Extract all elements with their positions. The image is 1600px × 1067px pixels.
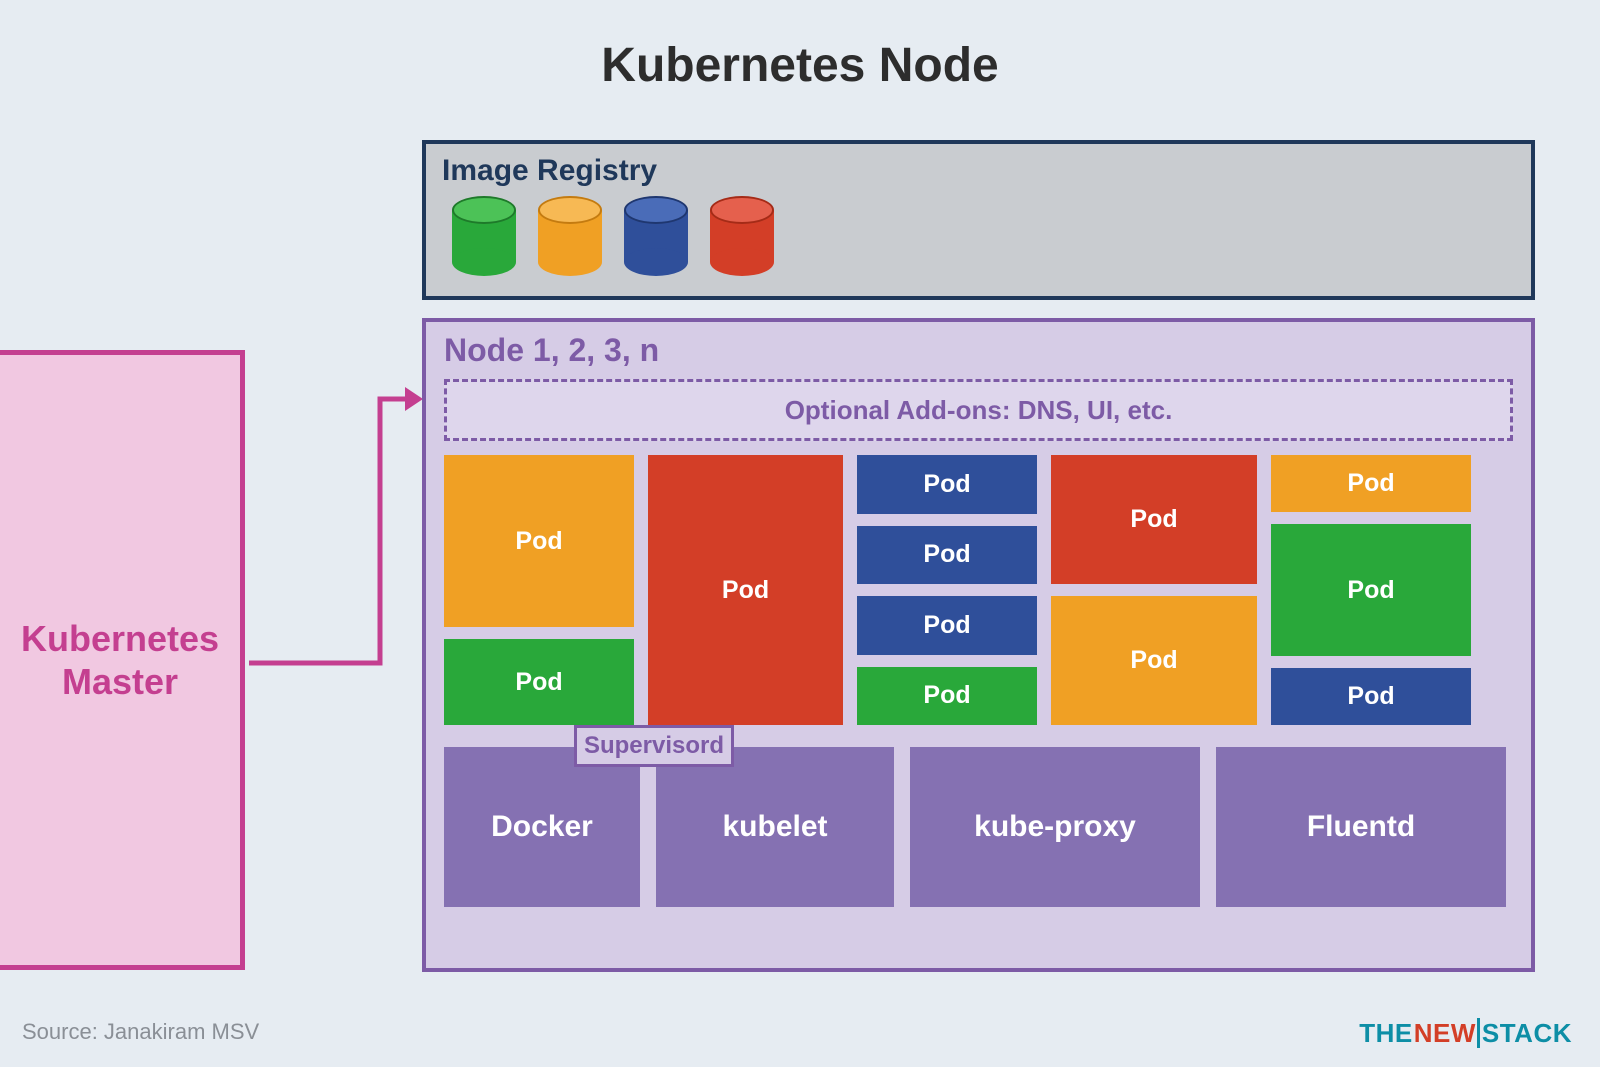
- image-cylinders: [452, 196, 1515, 276]
- pod-box: Pod: [1051, 596, 1257, 725]
- cylinder-icon: [624, 196, 688, 276]
- pod-box: Pod: [1051, 455, 1257, 584]
- kubernetes-master-label: Kubernetes Master: [21, 617, 219, 703]
- pod-box: Pod: [1271, 668, 1471, 725]
- pod-box: Pod: [444, 639, 634, 725]
- optional-addons-box: Optional Add-ons: DNS, UI, etc.: [444, 379, 1513, 441]
- pod-box: Pod: [1271, 524, 1471, 655]
- brand-the: THE: [1359, 1018, 1413, 1048]
- pod-box: Pod: [857, 667, 1037, 726]
- service-kube-proxy: kube-proxy: [910, 747, 1200, 907]
- pod-box: Pod: [444, 455, 634, 627]
- cylinder-icon: [538, 196, 602, 276]
- pod-box: Pod: [857, 596, 1037, 655]
- service-docker: Docker: [444, 747, 640, 907]
- pod-box: Pod: [857, 455, 1037, 514]
- pod-box: Pod: [857, 526, 1037, 585]
- brand-logo: THENEWSTACK: [1359, 1018, 1572, 1049]
- services-row: Supervisord Docker kubelet kube-proxy Fl…: [444, 747, 1513, 907]
- supervisord-label: Supervisord: [574, 725, 734, 767]
- brand-stack: STACK: [1482, 1018, 1572, 1048]
- brand-new: NEW: [1413, 1018, 1480, 1048]
- node-title: Node 1, 2, 3, n: [444, 332, 1513, 369]
- service-fluentd: Fluentd: [1216, 747, 1506, 907]
- cylinder-icon: [452, 196, 516, 276]
- source-credit: Source: Janakiram MSV: [22, 1019, 259, 1045]
- image-registry-box: Image Registry: [422, 140, 1535, 300]
- kubernetes-master-box: Kubernetes Master: [0, 350, 245, 970]
- service-kubelet: kubelet: [656, 747, 894, 907]
- pod-box: Pod: [1271, 455, 1471, 512]
- node-box: Node 1, 2, 3, n Optional Add-ons: DNS, U…: [422, 318, 1535, 972]
- diagram-title: Kubernetes Node: [0, 38, 1600, 93]
- pod-box: Pod: [648, 455, 843, 725]
- arrow-icon: [245, 383, 425, 673]
- image-registry-title: Image Registry: [442, 154, 1515, 188]
- pods-grid: Pod Pod Pod Pod Pod Pod Pod Pod Pod Pod …: [444, 455, 1513, 725]
- master-line2: Master: [62, 661, 178, 702]
- master-line1: Kubernetes: [21, 618, 219, 659]
- cylinder-icon: [710, 196, 774, 276]
